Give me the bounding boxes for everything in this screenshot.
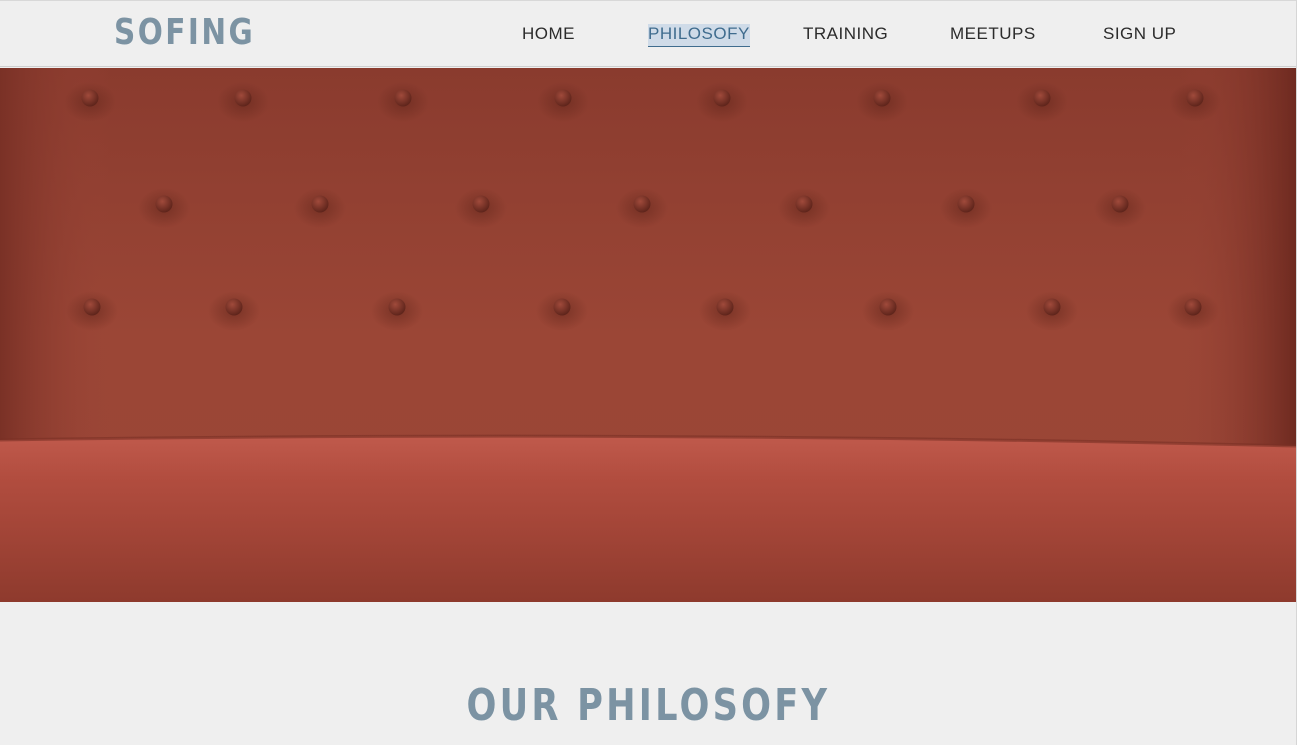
site-header: SOFING HOME PHILOSOFY TRAINING MEETUPS S… [0,1,1296,67]
philosophy-heading-text: OUR PHILOSOFY [466,680,830,731]
site-logo[interactable]: SOFING [114,12,255,53]
hero-sofa-image [0,68,1296,602]
nav-item-training[interactable]: TRAINING [803,24,888,44]
nav-item-meetups[interactable]: MEETUPS [950,24,1036,44]
nav-item-philosofy[interactable]: PHILOSOFY [648,24,750,47]
philosophy-heading: OUR PHILOSOFY [0,680,1296,731]
nav-item-home[interactable]: HOME [522,24,575,44]
nav-item-sign-up[interactable]: SIGN UP [1103,24,1176,44]
